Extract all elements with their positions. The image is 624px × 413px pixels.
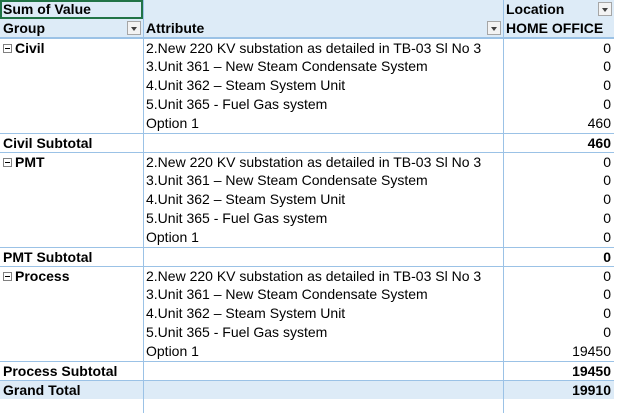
filler-cell — [614, 209, 624, 228]
grand-total-value-cell[interactable]: 19910 — [503, 380, 614, 399]
attribute-cell[interactable]: 5.Unit 365 - Fuel Gas system — [143, 209, 503, 228]
value-cell[interactable]: 0 — [503, 266, 614, 285]
attribute-cell[interactable]: 5.Unit 365 - Fuel Gas system — [143, 323, 503, 342]
group-blank-cell[interactable] — [0, 76, 143, 95]
value-cell[interactable]: 0 — [503, 171, 614, 190]
subtotal-label-cell[interactable]: Civil Subtotal — [0, 133, 143, 152]
location-filter-dropdown-icon[interactable] — [598, 2, 612, 16]
sum-of-value-cell[interactable]: Sum of Value — [0, 0, 143, 19]
filler-cell — [614, 114, 624, 133]
filler-cell — [614, 361, 624, 380]
home-office-column-header[interactable]: HOME OFFICE — [503, 19, 614, 38]
value-cell[interactable]: 0 — [503, 152, 614, 171]
value-cell[interactable]: 0 — [503, 190, 614, 209]
attribute-cell[interactable]: Option 1 — [143, 228, 503, 247]
attribute-cell[interactable]: 4.Unit 362 – Steam System Unit — [143, 190, 503, 209]
filler-cell — [614, 0, 624, 19]
filler-cell — [614, 323, 624, 342]
attribute-cell[interactable]: Option 1 — [143, 342, 503, 361]
group-name: Civil — [15, 40, 45, 56]
value-cell[interactable]: 0 — [503, 38, 614, 57]
value-cell[interactable]: 0 — [503, 304, 614, 323]
value-cell[interactable]: 0 — [503, 209, 614, 228]
group-blank-cell[interactable] — [0, 342, 143, 361]
group-row-header[interactable]: PMT — [0, 152, 143, 171]
filler-cell — [614, 247, 624, 266]
group-field-header[interactable]: Group — [0, 19, 143, 38]
group-name: Process — [15, 268, 70, 284]
attribute-cell[interactable]: 3.Unit 361 – New Steam Condensate System — [143, 171, 503, 190]
value-cell[interactable]: 0 — [503, 95, 614, 114]
pivot-table: Sum of Value Location Group Attribute HO… — [0, 0, 624, 413]
group-blank-cell[interactable] — [0, 95, 143, 114]
filler-cell — [614, 19, 624, 38]
group-blank-cell[interactable] — [0, 285, 143, 304]
group-name: PMT — [15, 154, 45, 170]
attribute-cell[interactable]: 4.Unit 362 – Steam System Unit — [143, 304, 503, 323]
filler-cell — [614, 57, 624, 76]
filler-cell — [614, 95, 624, 114]
attribute-label: Attribute — [146, 20, 205, 36]
value-cell[interactable]: 19450 — [503, 342, 614, 361]
subtotal-value-cell[interactable]: 460 — [503, 133, 614, 152]
filler-cell — [614, 190, 624, 209]
value-cell[interactable]: 0 — [503, 76, 614, 95]
subtotal-label-cell[interactable]: Process Subtotal — [0, 361, 143, 380]
attribute-cell[interactable]: 5.Unit 365 - Fuel Gas system — [143, 95, 503, 114]
group-blank-cell[interactable] — [0, 209, 143, 228]
attribute-cell[interactable]: 4.Unit 362 – Steam System Unit — [143, 76, 503, 95]
subtotal-blank-cell[interactable] — [143, 133, 503, 152]
filler-cell — [614, 38, 624, 57]
subtotal-value-cell[interactable]: 0 — [503, 247, 614, 266]
value-cell[interactable]: 460 — [503, 114, 614, 133]
grand-total-label-cell[interactable]: Grand Total — [0, 380, 143, 399]
filler-cell — [614, 133, 624, 152]
group-blank-cell[interactable] — [0, 114, 143, 133]
group-label: Group — [3, 20, 45, 36]
value-cell[interactable]: 0 — [503, 285, 614, 304]
header-blank-cell[interactable] — [143, 0, 503, 19]
filler-cell — [614, 171, 624, 190]
group-blank-cell[interactable] — [0, 190, 143, 209]
column-separator — [503, 0, 504, 413]
filler-cell — [614, 304, 624, 323]
grand-total-blank-cell[interactable] — [143, 380, 503, 399]
group-row-header[interactable]: Process — [0, 266, 143, 285]
attribute-field-header[interactable]: Attribute — [143, 19, 503, 38]
value-cell[interactable]: 0 — [503, 228, 614, 247]
attribute-cell[interactable]: 2.New 220 KV substation as detailed in T… — [143, 152, 503, 171]
value-cell[interactable]: 0 — [503, 57, 614, 76]
attribute-cell[interactable]: 2.New 220 KV substation as detailed in T… — [143, 266, 503, 285]
filler-cell — [614, 152, 624, 171]
filler-cell — [614, 228, 624, 247]
location-label: Location — [506, 1, 565, 17]
group-blank-cell[interactable] — [0, 304, 143, 323]
group-row-header[interactable]: Civil — [0, 38, 143, 57]
attribute-cell[interactable]: 2.New 220 KV substation as detailed in T… — [143, 38, 503, 57]
filler-cell — [614, 266, 624, 285]
filler-cell — [614, 342, 624, 361]
group-filter-dropdown-icon[interactable] — [127, 21, 141, 35]
value-cell[interactable]: 0 — [503, 323, 614, 342]
attribute-cell[interactable]: Option 1 — [143, 114, 503, 133]
collapse-toggle-icon[interactable] — [3, 271, 12, 281]
subtotal-blank-cell[interactable] — [143, 361, 503, 380]
attribute-cell[interactable]: 3.Unit 361 – New Steam Condensate System — [143, 57, 503, 76]
subtotal-label-cell[interactable]: PMT Subtotal — [0, 247, 143, 266]
collapse-toggle-icon[interactable] — [3, 43, 12, 53]
group-blank-cell[interactable] — [0, 171, 143, 190]
collapse-toggle-icon[interactable] — [3, 157, 12, 167]
attribute-cell[interactable]: 3.Unit 361 – New Steam Condensate System — [143, 285, 503, 304]
subtotal-value-cell[interactable]: 19450 — [503, 361, 614, 380]
column-separator — [143, 0, 144, 413]
location-field-header[interactable]: Location — [503, 0, 614, 19]
filler-cell — [614, 76, 624, 95]
attribute-filter-dropdown-icon[interactable] — [487, 21, 501, 35]
group-blank-cell[interactable] — [0, 57, 143, 76]
group-blank-cell[interactable] — [0, 323, 143, 342]
group-blank-cell[interactable] — [0, 228, 143, 247]
subtotal-blank-cell[interactable] — [143, 247, 503, 266]
filler-cell — [614, 285, 624, 304]
filler-cell — [614, 380, 624, 399]
